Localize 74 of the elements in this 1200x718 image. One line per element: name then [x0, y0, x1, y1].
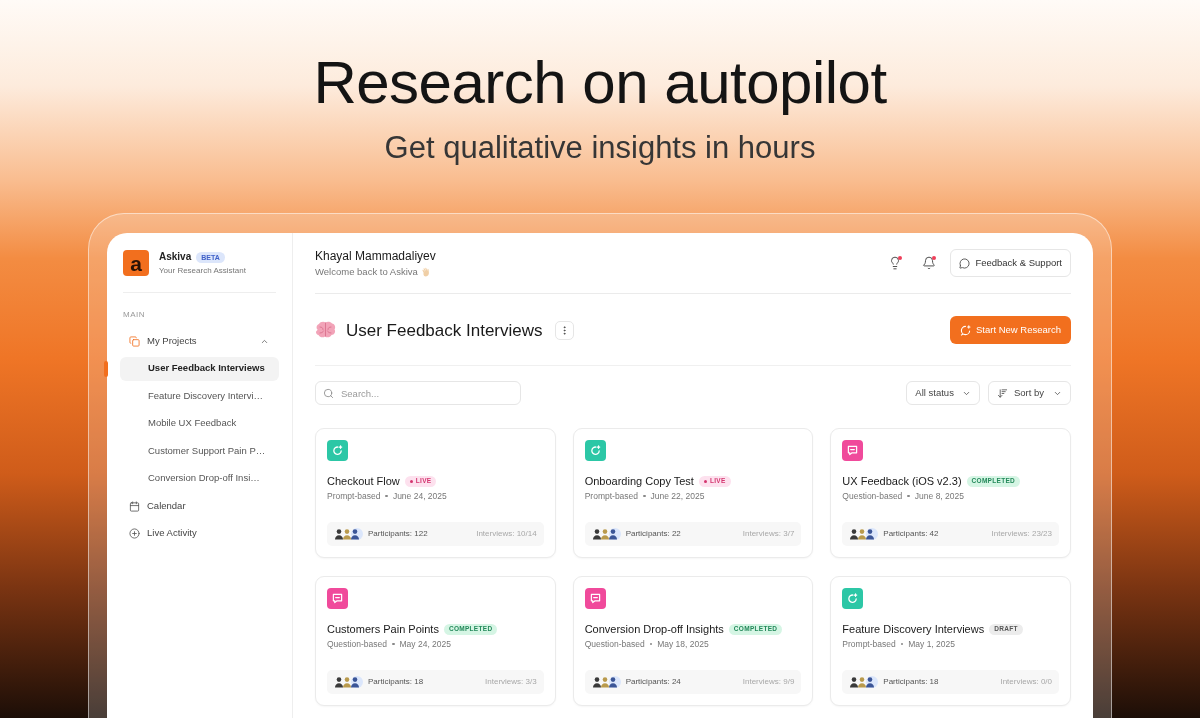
card-title: Customers Pain Points: [327, 623, 439, 635]
sort-icon: [996, 387, 1008, 399]
research-date: May 24, 2025: [399, 639, 452, 649]
research-method: Prompt-based: [584, 491, 639, 501]
research-date: May 18, 2025: [657, 639, 709, 649]
refresh-sparkle-icon: [842, 588, 864, 609]
card-title: UX Feedback (iOS v2.3): [842, 475, 962, 487]
app-logo: a: [123, 250, 149, 276]
research-date: June 24, 2025: [392, 491, 447, 501]
search-icon: [323, 387, 334, 399]
hero-subtitle: Get qualitative insights in hours: [384, 132, 816, 163]
nav-item[interactable]: Live Activity: [120, 521, 279, 546]
app-name: Askiva: [159, 252, 192, 262]
interviews-count: Interviews: 3/7: [742, 528, 795, 540]
project-nav-item[interactable]: Conversion Drop-off Insi…: [120, 466, 279, 491]
project-nav-item[interactable]: Customer Support Pain P…: [120, 439, 279, 463]
search-field[interactable]: Search...: [315, 381, 521, 405]
brain-icon: [315, 321, 337, 339]
feedback-support-button[interactable]: Feedback & Support: [950, 249, 1071, 277]
card-title: Checkout Flow: [327, 475, 400, 487]
research-method: Prompt-based: [327, 491, 381, 501]
interviews-count: Interviews: 10/14: [476, 528, 537, 540]
participants-count: Participants: 42: [883, 528, 939, 540]
research-date: June 22, 2025: [650, 491, 705, 501]
card-title: Onboarding Copy Test: [584, 475, 694, 487]
calendar-icon: [129, 500, 140, 512]
interviews-count: Interviews: 9/9: [742, 676, 795, 688]
participant-avatars-icon: [334, 676, 364, 688]
sort-dropdown[interactable]: Sort by: [987, 381, 1071, 405]
participants-count: Participants: 122: [368, 528, 428, 540]
refresh-sparkle-icon: [584, 440, 606, 461]
participant-avatars-icon: [591, 676, 622, 688]
section-label: MAIN: [123, 310, 145, 320]
app-tagline: Your Research Assistant: [159, 266, 246, 275]
bell-icon[interactable]: [922, 256, 937, 270]
message-square-icon: [327, 588, 348, 609]
participants-count: Participants: 18: [368, 676, 424, 688]
project-title: User Feedback Interviews: [346, 321, 543, 339]
card-title: Feature Discovery Interviews: [842, 623, 985, 635]
research-date: June 8, 2025: [914, 491, 964, 501]
research-method: Question-based: [584, 639, 645, 649]
chat-sparkle-icon: [960, 324, 971, 336]
selection-marker: [104, 360, 108, 377]
interviews-count: Interviews: 0/0: [1000, 676, 1052, 688]
message-square-icon: [842, 440, 864, 461]
participants-count: Participants: 24: [625, 676, 681, 688]
interviews-count: Interviews: 3/3: [485, 676, 537, 688]
participant-avatars-icon: [849, 528, 880, 540]
hero-title: Research on autopilot: [313, 53, 887, 113]
research-method: Question-based: [327, 639, 387, 649]
research-method: Question-based: [842, 491, 903, 501]
project-nav-item[interactable]: Mobile UX Feedback: [120, 411, 279, 436]
waving-hand-icon: [420, 266, 431, 277]
user-name: Khayal Mammadaliyev: [315, 249, 436, 262]
participant-avatars-icon: [849, 676, 880, 688]
lightbulb-icon[interactable]: [888, 256, 903, 270]
participants-count: Participants: 22: [625, 528, 681, 540]
nav-item[interactable]: Calendar: [120, 494, 279, 518]
research-method: Prompt-based: [842, 639, 896, 649]
card-title: Conversion Drop-off Insights: [584, 623, 724, 635]
participant-avatars-icon: [334, 528, 364, 540]
chat-bubble-icon: [959, 257, 971, 269]
refresh-sparkle-icon: [327, 440, 348, 461]
nav-item[interactable]: My Projects: [120, 329, 279, 353]
project-nav-item[interactable]: Feature Discovery Intervi…: [120, 384, 279, 408]
research-date: May 1, 2025: [908, 639, 955, 649]
welcome-text: Welcome back to Askiva: [315, 266, 418, 277]
participant-avatars-icon: [591, 528, 622, 540]
status-filter-dropdown[interactable]: All status: [906, 381, 980, 405]
message-square-icon: [584, 588, 606, 609]
plus-circle-icon: [129, 528, 140, 539]
participants-count: Participants: 18: [883, 676, 939, 688]
interviews-count: Interviews: 23/23: [991, 528, 1052, 540]
stacked-squares-icon: [129, 335, 140, 347]
